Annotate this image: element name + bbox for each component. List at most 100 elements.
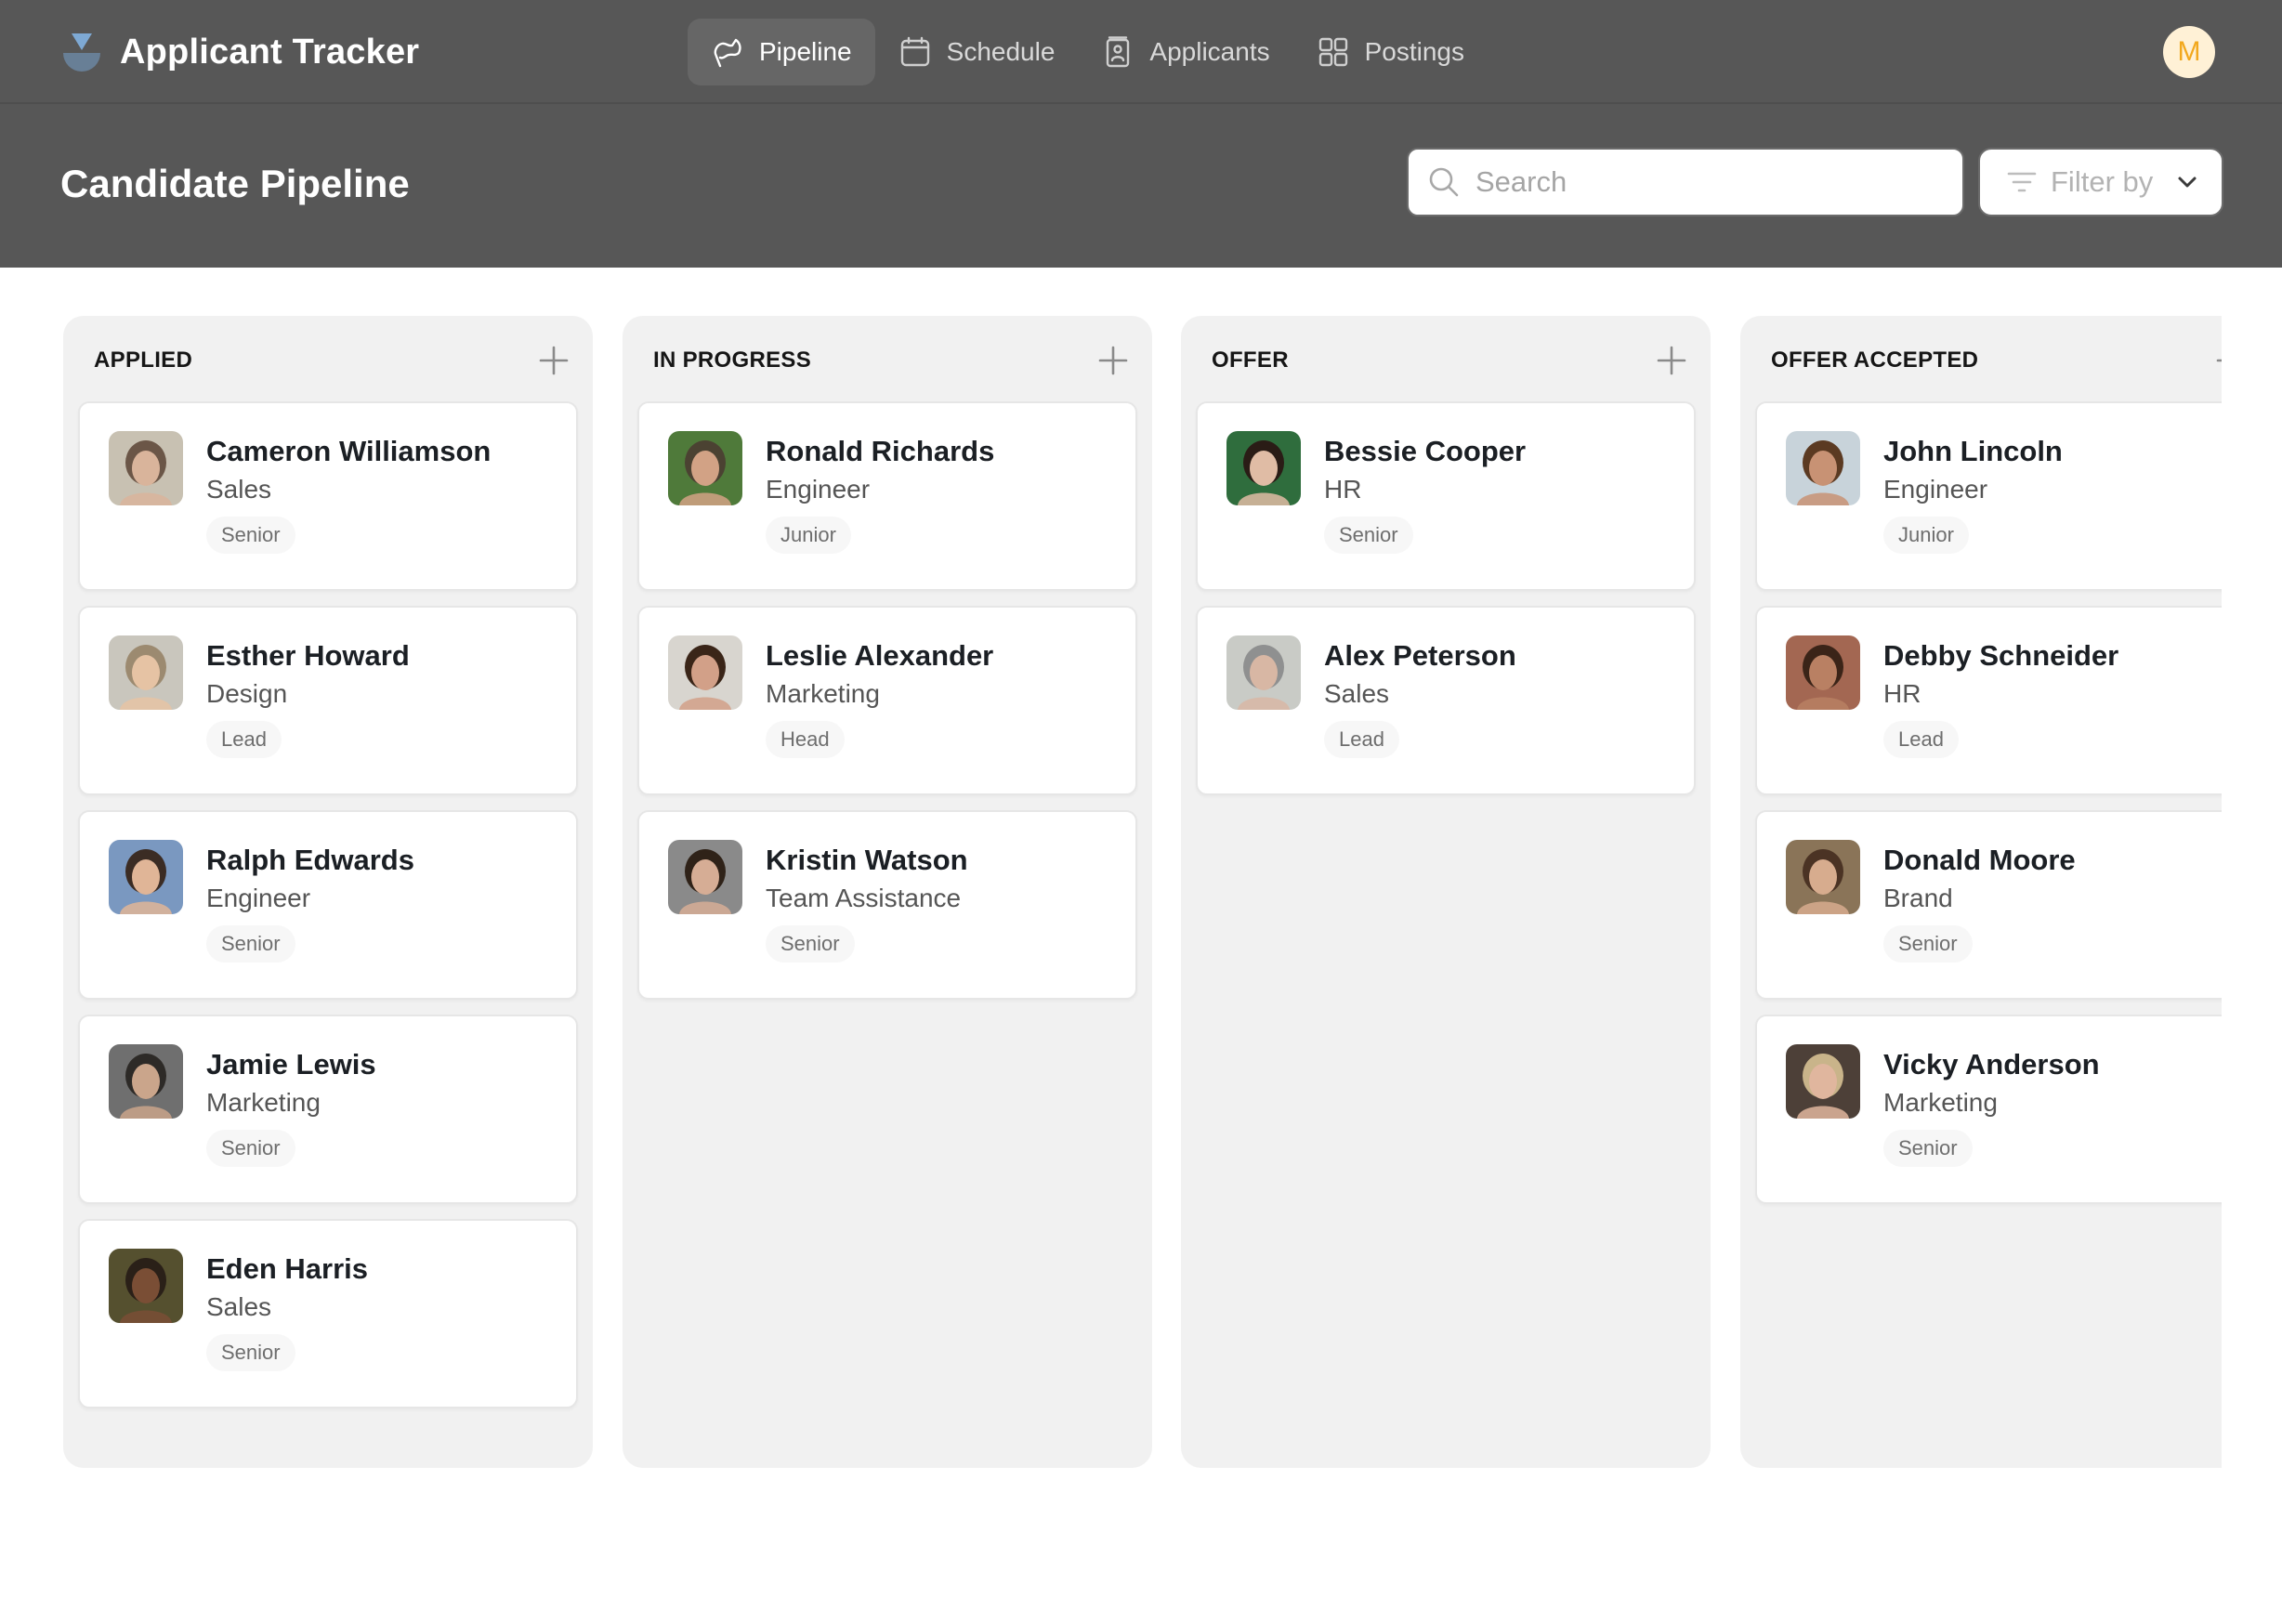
add-candidate-icon[interactable] <box>1655 344 1688 377</box>
candidate-avatar <box>109 1249 183 1323</box>
candidate-department: Sales <box>206 475 272 504</box>
nav-item-pipeline[interactable]: Pipeline <box>688 19 875 85</box>
column-header: IN PROGRESS <box>653 340 1124 381</box>
seniority-badge: Head <box>766 721 845 758</box>
candidate-department: Engineer <box>1883 475 1988 504</box>
candidate-avatar <box>109 635 183 710</box>
add-candidate-icon[interactable] <box>537 344 570 377</box>
candidate-name: John Lincoln <box>1883 435 2063 467</box>
filter-dropdown[interactable]: Filter by <box>1978 148 2223 216</box>
candidate-name: Leslie Alexander <box>766 639 994 672</box>
page-title: Candidate Pipeline <box>60 162 410 205</box>
calendar-icon <box>900 36 929 67</box>
user-avatar[interactable]: M <box>2163 26 2215 78</box>
nav-item-postings[interactable]: Postings <box>1293 19 1488 85</box>
seniority-badge: Senior <box>206 517 295 554</box>
column-header: OFFER ACCEPTED <box>1771 340 2222 381</box>
candidate-card[interactable]: Leslie Alexander Marketing Head <box>637 606 1137 795</box>
seniority-badge: Senior <box>766 925 855 963</box>
candidate-name: Eden Harris <box>206 1252 369 1285</box>
candidate-department: Marketing <box>1883 1088 1998 1117</box>
candidate-card[interactable]: Donald Moore Brand Senior <box>1755 810 2222 1000</box>
candidate-name: Esther Howard <box>206 639 410 672</box>
candidate-avatar <box>668 431 742 505</box>
person-photo-icon <box>109 431 183 505</box>
candidate-name: Ronald Richards <box>766 435 995 467</box>
person-photo-icon <box>1786 840 1860 914</box>
person-photo-icon <box>1226 635 1301 710</box>
candidate-card[interactable]: Jamie Lewis Marketing Senior <box>78 1015 578 1204</box>
person-photo-icon <box>1786 1044 1860 1119</box>
column-title: OFFER ACCEPTED <box>1771 347 1979 373</box>
main-nav: Pipeline Schedule Applicants Postings <box>688 19 1488 85</box>
seniority-badge: Junior <box>766 517 851 554</box>
seniority-badge: Senior <box>1883 1130 1973 1167</box>
candidate-card[interactable]: Cameron Williamson Sales Senior <box>78 401 578 591</box>
candidate-department: HR <box>1324 475 1362 504</box>
nav-item-schedule[interactable]: Schedule <box>875 19 1079 85</box>
person-photo-icon <box>668 840 742 914</box>
search-icon <box>1429 167 1459 197</box>
app-title: Applicant Tracker <box>120 33 420 72</box>
candidate-card[interactable]: Kristin Watson Team Assistance Senior <box>637 810 1137 1000</box>
candidate-department: Engineer <box>206 884 311 912</box>
candidate-card[interactable]: Vicky Anderson Marketing Senior <box>1755 1015 2222 1204</box>
candidate-avatar <box>1786 1044 1860 1119</box>
column-header: OFFER <box>1212 340 1683 381</box>
seniority-badge: Senior <box>206 1334 295 1371</box>
search-input[interactable] <box>1475 165 1940 199</box>
chevron-down-icon <box>2178 177 2197 188</box>
person-photo-icon <box>109 1249 183 1323</box>
candidate-avatar <box>668 840 742 914</box>
candidate-name: Ralph Edwards <box>206 844 414 876</box>
candidate-avatar <box>1786 431 1860 505</box>
nav-item-applicants[interactable]: Applicants <box>1078 19 1292 85</box>
person-photo-icon <box>109 1044 183 1119</box>
candidate-name: Debby Schneider <box>1883 639 2119 672</box>
candidate-department: Sales <box>1324 679 1390 708</box>
candidate-department: Design <box>206 679 288 708</box>
flag-icon <box>714 38 741 68</box>
person-photo-icon <box>1786 635 1860 710</box>
filter-icon <box>2007 172 2037 192</box>
nav-item-label: Pipeline <box>759 37 852 66</box>
candidate-name: Alex Peterson <box>1324 639 1516 672</box>
candidate-department: HR <box>1883 679 1921 708</box>
add-candidate-icon[interactable] <box>2214 344 2222 377</box>
column-title: OFFER <box>1212 347 1289 373</box>
candidate-card[interactable]: Debby Schneider HR Lead <box>1755 606 2222 795</box>
id-badge-icon <box>1107 36 1130 68</box>
seniority-badge: Senior <box>1324 517 1413 554</box>
candidate-card[interactable]: Ronald Richards Engineer Junior <box>637 401 1137 591</box>
seniority-badge: Senior <box>1883 925 1973 963</box>
search-box[interactable] <box>1407 148 1964 216</box>
person-photo-icon <box>1226 431 1301 505</box>
add-candidate-icon[interactable] <box>1096 344 1130 377</box>
candidate-avatar <box>109 1044 183 1119</box>
candidate-avatar <box>1226 635 1301 710</box>
candidate-card[interactable]: John Lincoln Engineer Junior <box>1755 401 2222 591</box>
candidate-name: Jamie Lewis <box>206 1048 376 1080</box>
candidate-card[interactable]: Esther Howard Design Lead <box>78 606 578 795</box>
column-title: IN PROGRESS <box>653 347 811 373</box>
candidate-department: Marketing <box>766 679 880 708</box>
seniority-badge: Senior <box>206 1130 295 1167</box>
candidate-department: Engineer <box>766 475 871 504</box>
page-header: Candidate Pipeline Filter by <box>0 104 2282 268</box>
candidate-card[interactable]: Bessie Cooper HR Senior <box>1196 401 1696 591</box>
column-header: APPLIED <box>94 340 565 381</box>
pipeline-column: APPLIED Cameron Williamson Sales Senior Esth… <box>63 316 593 1468</box>
person-photo-icon <box>109 635 183 710</box>
candidate-department: Brand <box>1883 884 1953 912</box>
pipeline-column: IN PROGRESS Ronald Richards Engineer Junior… <box>623 316 1152 1468</box>
candidate-name: Cameron Williamson <box>206 435 492 467</box>
candidate-card[interactable]: Alex Peterson Sales Lead <box>1196 606 1696 795</box>
candidate-card[interactable]: Ralph Edwards Engineer Senior <box>78 810 578 1000</box>
seniority-badge: Junior <box>1883 517 1969 554</box>
seniority-badge: Lead <box>206 721 282 758</box>
candidate-card[interactable]: Eden Harris Sales Senior <box>78 1219 578 1408</box>
candidate-name: Vicky Anderson <box>1883 1048 2100 1080</box>
seniority-badge: Lead <box>1883 721 1959 758</box>
nav-item-label: Schedule <box>946 37 1056 66</box>
pipeline-board: APPLIED Cameron Williamson Sales Senior Esth… <box>0 316 2222 1486</box>
